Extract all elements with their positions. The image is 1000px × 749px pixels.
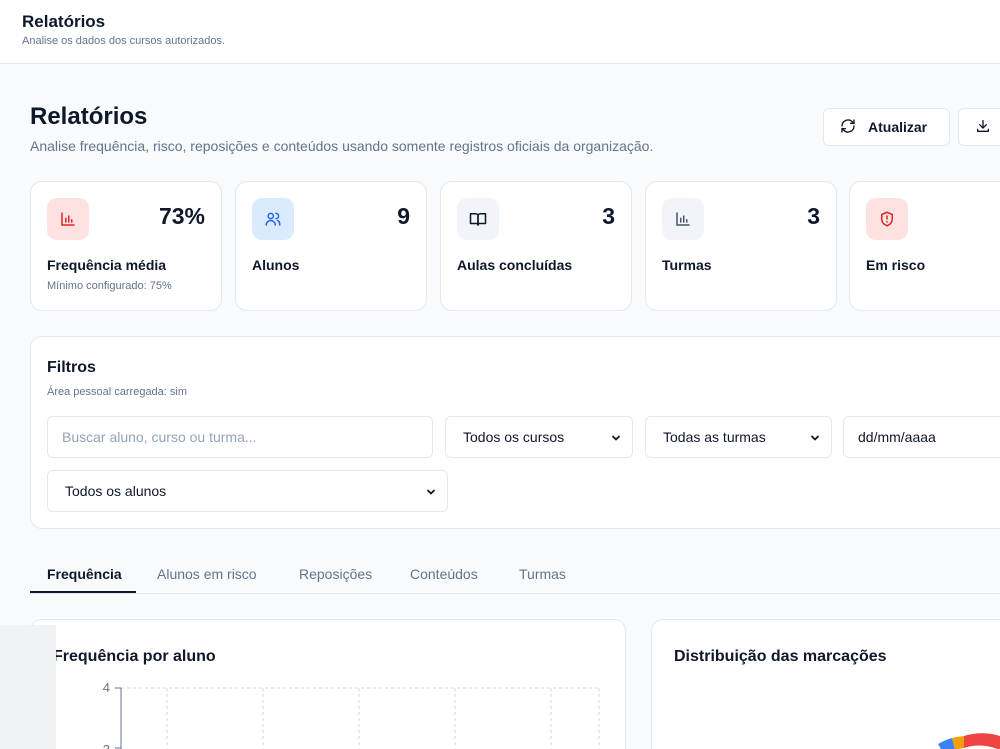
users-icon bbox=[252, 198, 294, 240]
date-input[interactable]: dd/mm/aaaa bbox=[843, 416, 1000, 458]
stat-card-at-risk: Em risco bbox=[849, 181, 1000, 311]
shield-alert-icon bbox=[866, 198, 908, 240]
refresh-button[interactable]: Atualizar bbox=[823, 108, 950, 146]
course-select[interactable]: Todos os cursos bbox=[445, 416, 633, 458]
student-select-value: Todos os alunos bbox=[65, 483, 167, 499]
report-tabs: Frequência Alunos em risco Reposições Co… bbox=[30, 558, 1000, 594]
tab-reposicoes[interactable]: Reposições bbox=[299, 566, 372, 582]
header-subtitle: Analise os dados dos cursos autorizados. bbox=[22, 35, 226, 47]
student-select[interactable]: Todos os alunos bbox=[47, 470, 448, 512]
class-select[interactable]: Todas as turmas bbox=[645, 416, 832, 458]
stat-label: Aulas concluídas bbox=[457, 257, 573, 273]
chevron-down-icon bbox=[427, 489, 435, 495]
page-title: Relatórios bbox=[30, 103, 148, 130]
y-tick-label: 4 bbox=[103, 680, 110, 695]
search-placeholder: Buscar aluno, curso ou turma... bbox=[62, 429, 257, 445]
top-header: Relatórios Analise os dados dos cursos a… bbox=[0, 0, 1000, 64]
frequency-chart-panel: Frequência por aluno 4 3 bbox=[30, 619, 626, 749]
chevron-down-icon bbox=[612, 435, 620, 441]
stat-card-classes: 3 Turmas bbox=[645, 181, 837, 311]
chevron-down-icon bbox=[811, 435, 819, 441]
stat-value: 3 bbox=[602, 203, 615, 229]
frequency-chart: 4 3 bbox=[103, 680, 600, 749]
search-input[interactable]: Buscar aluno, curso ou turma... bbox=[47, 416, 433, 458]
stat-label: Em risco bbox=[866, 257, 926, 273]
stat-card-students: 9 Alunos bbox=[235, 181, 427, 311]
bar-chart-icon bbox=[47, 198, 89, 240]
page-description: Analise frequência, risco, reposições e … bbox=[30, 138, 654, 154]
stat-label: Alunos bbox=[252, 257, 300, 273]
tab-turmas[interactable]: Turmas bbox=[519, 566, 566, 582]
filters-subtitle: Área pessoal carregada: sim bbox=[47, 386, 188, 398]
y-tick-label: 3 bbox=[103, 742, 110, 749]
stat-card-frequency: 73% Frequência média Mínimo configurado:… bbox=[30, 181, 222, 311]
date-value: dd/mm/aaaa bbox=[858, 429, 936, 445]
filters-card: Filtros Área pessoal carregada: sim Busc… bbox=[30, 336, 1000, 529]
stat-hint: Mínimo configurado: 75% bbox=[47, 280, 172, 292]
bar-chart-icon bbox=[662, 198, 704, 240]
tab-frequencia[interactable]: Frequência bbox=[47, 566, 122, 582]
donut-slice bbox=[964, 733, 1000, 749]
distribution-chart-panel: Distribuição das marcações bbox=[651, 619, 1000, 749]
side-overlay bbox=[0, 625, 56, 749]
book-open-icon bbox=[457, 198, 499, 240]
header-title: Relatórios bbox=[22, 12, 106, 31]
class-select-value: Todas as turmas bbox=[663, 429, 766, 445]
tab-conteudos[interactable]: Conteúdos bbox=[410, 566, 478, 582]
distribution-donut-chart bbox=[938, 733, 1000, 749]
stat-value: 73% bbox=[158, 203, 205, 229]
main-content: Relatórios Analise frequência, risco, re… bbox=[0, 64, 1000, 749]
filters-title: Filtros bbox=[47, 359, 96, 376]
active-tab-indicator bbox=[30, 591, 136, 593]
refresh-icon bbox=[840, 118, 856, 137]
refresh-label: Atualizar bbox=[868, 119, 928, 135]
stat-value: 3 bbox=[807, 203, 820, 229]
stat-value: 9 bbox=[397, 203, 410, 229]
tab-alunos-em-risco[interactable]: Alunos em risco bbox=[157, 566, 257, 582]
download-icon bbox=[975, 118, 991, 137]
export-button[interactable] bbox=[958, 108, 1000, 146]
stat-card-lessons: 3 Aulas concluídas bbox=[440, 181, 632, 311]
course-select-value: Todos os cursos bbox=[463, 429, 565, 445]
stat-label: Turmas bbox=[662, 257, 712, 273]
stat-label: Frequência média bbox=[47, 257, 167, 273]
